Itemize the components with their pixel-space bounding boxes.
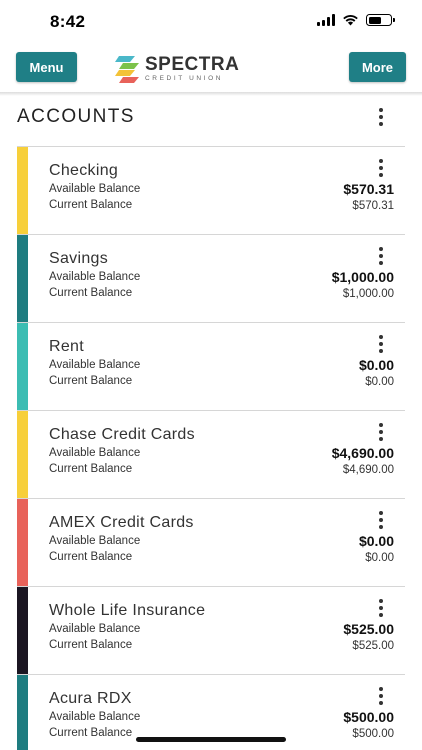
current-balance-label: Current Balance <box>49 727 133 739</box>
accounts-list: Checking Available Balance Current Balan… <box>17 146 405 750</box>
accounts-heading: ACCOUNTS <box>17 106 135 127</box>
available-balance-value: $1,000.00 <box>331 269 394 285</box>
account-color-bar <box>17 587 28 675</box>
account-name: Chase Credit Cards <box>49 426 195 443</box>
current-balance-value: $570.31 <box>352 200 394 212</box>
available-balance-label: Available Balance <box>49 271 141 283</box>
available-balance-value: $525.00 <box>343 621 394 637</box>
spectra-logo-mark-icon <box>115 56 139 83</box>
current-balance-label: Current Balance <box>49 287 133 299</box>
available-balance-value: $0.00 <box>358 357 394 373</box>
account-options-kebab-icon[interactable] <box>376 423 386 441</box>
available-balance-label: Available Balance <box>49 623 141 635</box>
app-header: Menu SPECTRA CREDIT UNION More <box>0 46 422 90</box>
battery-icon <box>366 14 395 26</box>
status-time: 8:42 <box>50 12 86 31</box>
logo-name: SPECTRA <box>145 54 240 76</box>
available-balance-value: $0.00 <box>358 533 394 549</box>
status-bar: 8:42 <box>0 0 422 46</box>
available-balance-value: $4,690.00 <box>331 445 394 461</box>
account-name: AMEX Credit Cards <box>49 514 194 531</box>
account-options-kebab-icon[interactable] <box>376 687 386 705</box>
available-balance-label: Available Balance <box>49 711 141 723</box>
current-balance-label: Current Balance <box>49 463 133 475</box>
current-balance-label: Current Balance <box>49 551 133 563</box>
available-balance-label: Available Balance <box>49 535 141 547</box>
current-balance-value: $500.00 <box>352 728 394 740</box>
account-options-kebab-icon[interactable] <box>376 335 386 353</box>
account-name: Acura RDX <box>49 690 132 707</box>
available-balance-value: $500.00 <box>343 709 394 725</box>
spectra-logo: SPECTRA CREDIT UNION <box>115 54 239 84</box>
account-name: Rent <box>49 338 84 355</box>
status-icons <box>317 14 395 26</box>
account-color-bar <box>17 147 28 235</box>
current-balance-label: Current Balance <box>49 199 133 211</box>
account-name: Whole Life Insurance <box>49 602 206 619</box>
account-row-savings[interactable]: Savings Available Balance Current Balanc… <box>17 234 405 323</box>
account-row-checking[interactable]: Checking Available Balance Current Balan… <box>17 146 405 235</box>
account-row-amex-credit-cards[interactable]: AMEX Credit Cards Available Balance Curr… <box>17 498 405 587</box>
accounts-options-kebab-icon[interactable] <box>376 108 386 126</box>
current-balance-value: $0.00 <box>365 376 394 388</box>
account-name: Savings <box>49 250 109 267</box>
home-indicator <box>136 737 286 742</box>
available-balance-label: Available Balance <box>49 447 141 459</box>
current-balance-label: Current Balance <box>49 639 133 651</box>
current-balance-label: Current Balance <box>49 375 133 387</box>
current-balance-value: $525.00 <box>352 640 394 652</box>
wifi-icon <box>343 15 358 26</box>
account-color-bar <box>17 675 28 750</box>
cellular-signal-icon <box>317 14 335 26</box>
account-row-rent[interactable]: Rent Available Balance Current Balance $… <box>17 322 405 411</box>
account-options-kebab-icon[interactable] <box>376 247 386 265</box>
account-color-bar <box>17 411 28 499</box>
header-divider <box>0 92 422 96</box>
account-options-kebab-icon[interactable] <box>376 511 386 529</box>
account-row-whole-life-insurance[interactable]: Whole Life Insurance Available Balance C… <box>17 586 405 675</box>
account-options-kebab-icon[interactable] <box>376 599 386 617</box>
current-balance-value: $1,000.00 <box>342 288 394 300</box>
account-color-bar <box>17 323 28 411</box>
available-balance-label: Available Balance <box>49 359 141 371</box>
logo-subtitle: CREDIT UNION <box>145 75 224 83</box>
logo-text: SPECTRA CREDIT UNION <box>145 55 239 83</box>
battery-fill <box>368 16 382 24</box>
available-balance-label: Available Balance <box>49 183 141 195</box>
account-color-bar <box>17 235 28 323</box>
menu-button[interactable]: Menu <box>16 52 77 82</box>
current-balance-value: $4,690.00 <box>342 464 394 476</box>
more-button[interactable]: More <box>349 52 406 82</box>
available-balance-value: $570.31 <box>343 181 394 197</box>
account-name: Checking <box>49 162 119 179</box>
account-row-chase-credit-cards[interactable]: Chase Credit Cards Available Balance Cur… <box>17 410 405 499</box>
account-color-bar <box>17 499 28 587</box>
account-options-kebab-icon[interactable] <box>376 159 386 177</box>
current-balance-value: $0.00 <box>365 552 394 564</box>
